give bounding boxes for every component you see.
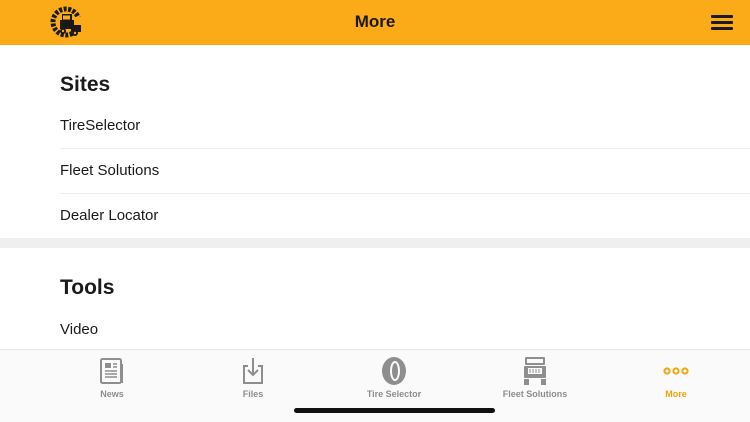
top-nav-bar: More (0, 0, 750, 45)
list-item-video[interactable]: Video (60, 308, 750, 353)
page-title: More (354, 12, 396, 31)
tab-label: More (665, 389, 687, 399)
hamburger-icon (711, 15, 733, 18)
tab-label: Tire Selector (366, 389, 422, 399)
tab-tire-selector[interactable]: Tire Selector (339, 354, 449, 400)
section-title-sites: Sites (60, 73, 111, 96)
download-icon (243, 358, 263, 384)
newspaper-icon (100, 357, 123, 384)
list-item-dealer-locator[interactable]: Dealer Locator (60, 194, 750, 239)
tab-label: News (100, 389, 124, 399)
section-title-tools: Tools (60, 276, 115, 299)
list-item-label: Dealer Locator (60, 207, 159, 224)
tab-news[interactable]: News (57, 354, 167, 400)
list-item-label: Video (60, 321, 99, 338)
tab-label: Fleet Solutions (502, 389, 568, 399)
section-separator (0, 238, 750, 248)
tab-more[interactable]: More (621, 354, 731, 400)
tire-icon (382, 357, 406, 385)
more-screen: More Sites TireSelector Fleet Solutions … (0, 0, 750, 422)
list-item-label: TireSelector (60, 117, 141, 134)
semi-truck-icon (524, 357, 546, 385)
list-item-fleet-solutions[interactable]: Fleet Solutions (60, 149, 750, 194)
tab-fleet-solutions[interactable]: Fleet Solutions (480, 354, 590, 400)
ellipsis-icon (663, 367, 689, 375)
home-indicator[interactable] (294, 408, 495, 413)
list-item-label: Fleet Solutions (60, 162, 160, 179)
list-item-tireselector[interactable]: TireSelector (60, 104, 750, 149)
hamburger-menu-button[interactable] (711, 14, 735, 32)
tab-files[interactable]: Files (198, 354, 308, 400)
tab-label: Files (242, 389, 264, 399)
